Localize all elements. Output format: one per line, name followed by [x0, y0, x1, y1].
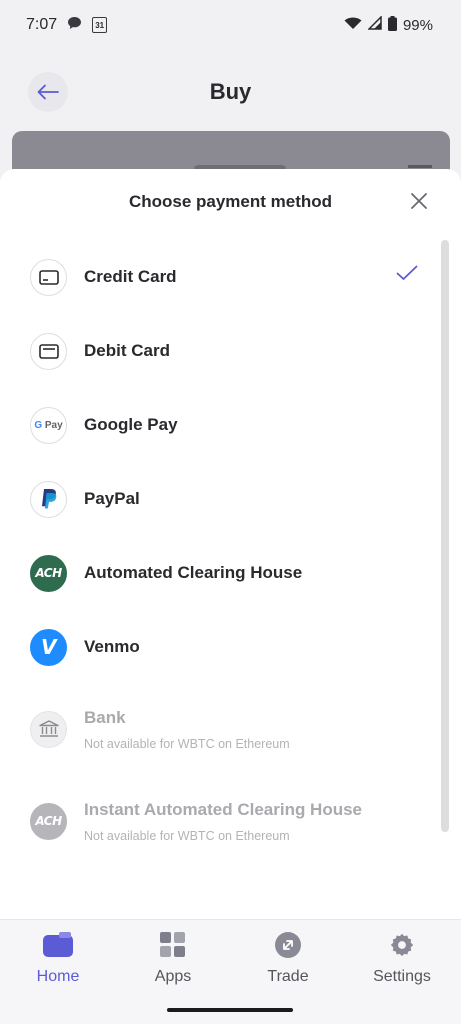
payment-option-paypal[interactable]: PayPal — [30, 469, 420, 529]
nav-home[interactable]: Home — [8, 932, 108, 986]
google-pay-logo: G Pay — [30, 406, 67, 444]
ach-logo: ACH — [30, 802, 67, 840]
payment-option-google-pay[interactable]: G Pay Google Pay — [30, 395, 420, 455]
wifi-icon — [344, 16, 362, 34]
payment-method-sheet: Choose payment method Credit Card Debit … — [0, 169, 461, 919]
swap-icon — [275, 932, 301, 958]
nav-label: Trade — [267, 968, 309, 985]
unavailable-note: Not available for WBTC on Ethereum — [84, 736, 290, 751]
debit-card-icon — [30, 332, 67, 370]
payment-option-label: Credit Card — [84, 267, 177, 286]
card-icon — [43, 932, 73, 957]
battery-level: 99% — [402, 16, 433, 34]
nav-label: Home — [36, 968, 80, 985]
payment-option-venmo[interactable]: V Venmo — [30, 617, 420, 677]
credit-card-icon — [30, 258, 67, 296]
payment-option-bank: Bank Not available for WBTC on Ethereum — [30, 699, 420, 759]
nav-trade[interactable]: Trade — [238, 932, 338, 986]
payment-option-label: PayPal — [84, 489, 140, 508]
payment-option-label: Automated Clearing House — [84, 563, 303, 582]
nav-label: Settings — [373, 968, 431, 985]
payment-option-debit-card[interactable]: Debit Card — [30, 321, 420, 381]
status-time: 7:07 — [26, 16, 58, 33]
close-icon — [411, 193, 427, 209]
payment-option-credit-card[interactable]: Credit Card — [30, 247, 420, 307]
unavailable-note: Not available for WBTC on Ethereum — [84, 828, 290, 843]
nav-settings[interactable]: Settings — [352, 932, 452, 986]
gear-icon — [390, 933, 414, 957]
close-button[interactable] — [407, 189, 431, 213]
payment-option-ach[interactable]: ACH Automated Clearing House — [30, 543, 420, 603]
app-header: Buy — [0, 68, 461, 118]
checkmark-icon — [396, 265, 418, 286]
payment-option-label: Google Pay — [84, 415, 178, 434]
status-bar: 7:07 31 99% — [0, 0, 461, 50]
bank-icon — [30, 710, 67, 748]
nav-apps[interactable]: Apps — [123, 932, 223, 986]
payment-option-label: Venmo — [84, 637, 140, 656]
paypal-logo — [30, 480, 67, 518]
chat-icon — [67, 16, 82, 35]
battery-icon — [387, 15, 397, 35]
payment-option-label: Debit Card — [84, 341, 170, 360]
payment-option-label: Instant Automated Clearing House — [84, 799, 363, 819]
page-title: Buy — [209, 79, 252, 104]
payment-option-instant-ach: ACH Instant Automated Clearing House Not… — [30, 791, 420, 851]
scrollbar[interactable] — [441, 240, 449, 832]
payment-option-label: Bank — [84, 707, 126, 727]
venmo-logo: V — [30, 628, 67, 666]
ach-logo: ACH — [30, 554, 67, 592]
signal-icon — [367, 15, 382, 34]
nav-label: Apps — [154, 968, 192, 985]
calendar-icon: 31 — [92, 17, 108, 33]
sheet-title: Choose payment method — [128, 192, 333, 211]
home-indicator — [167, 1008, 293, 1012]
grid-icon — [160, 932, 185, 957]
